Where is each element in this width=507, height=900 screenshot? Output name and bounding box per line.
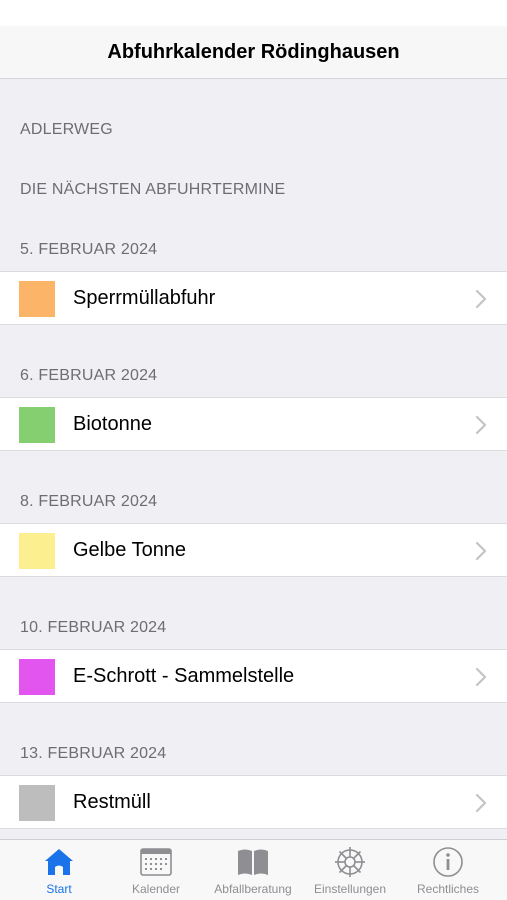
list-item[interactable]: Biotonne (0, 397, 507, 451)
list-item-label: Biotonne (73, 412, 152, 435)
schedule-list[interactable]: ADLERWEG DIE NÄCHSTEN ABFUHRTERMINE 5. F… (0, 79, 507, 839)
tab-bar: Start Kalender Abfallberatung Einstellun… (0, 839, 507, 900)
date-header: 5. FEBRUAR 2024 (20, 241, 158, 258)
chevron-right-icon (475, 289, 487, 309)
list-item-label: E-Schrott - Sammelstelle (73, 664, 295, 687)
street-name: ADLERWEG (20, 121, 113, 138)
chevron-right-icon (475, 415, 487, 435)
list-item[interactable]: Sperrmüllabfuhr (0, 271, 507, 325)
color-swatch (19, 785, 55, 821)
chevron-right-icon (475, 667, 487, 687)
tab-label: Rechtliches (416, 882, 480, 896)
tab-start[interactable]: Start (9, 840, 109, 900)
section-title: DIE NÄCHSTEN ABFUHRTERMINE (20, 181, 286, 198)
status-bar (0, 0, 507, 26)
color-swatch (19, 533, 55, 569)
tab-einstellungen[interactable]: Einstellungen (300, 840, 400, 900)
list-item[interactable]: Restmüll (0, 775, 507, 829)
list-item[interactable]: Gelbe Tonne (0, 523, 507, 577)
book-icon (238, 849, 268, 875)
date-header: 8. FEBRUAR 2024 (20, 493, 158, 510)
navigation-bar: Abfuhrkalender Rödinghausen (0, 26, 507, 79)
tab-label: Kalender (131, 882, 181, 896)
calendar-icon (140, 848, 172, 876)
color-swatch (19, 407, 55, 443)
list-item-label: Sperrmüllabfuhr (73, 286, 216, 309)
info-icon (433, 847, 463, 877)
home-icon (45, 849, 73, 875)
date-header: 6. FEBRUAR 2024 (20, 367, 158, 384)
color-swatch (19, 659, 55, 695)
gear-icon (335, 847, 365, 877)
chevron-right-icon (475, 793, 487, 813)
tab-label: Abfallberatung (214, 882, 292, 896)
tab-kalender[interactable]: Kalender (106, 840, 206, 900)
list-item-label: Gelbe Tonne (73, 538, 187, 561)
list-item-label: Restmüll (73, 790, 151, 813)
tab-abfallberatung[interactable]: Abfallberatung (203, 840, 303, 900)
tab-label: Einstellungen (313, 882, 387, 896)
date-header: 10. FEBRUAR 2024 (20, 619, 167, 636)
list-item[interactable]: E-Schrott - Sammelstelle (0, 649, 507, 703)
color-swatch (19, 281, 55, 317)
tab-label: Start (46, 882, 72, 896)
page-title: Abfuhrkalender Rödinghausen (107, 40, 400, 63)
date-header: 13. FEBRUAR 2024 (20, 745, 167, 762)
tab-rechtliches[interactable]: Rechtliches (398, 840, 498, 900)
chevron-right-icon (475, 541, 487, 561)
